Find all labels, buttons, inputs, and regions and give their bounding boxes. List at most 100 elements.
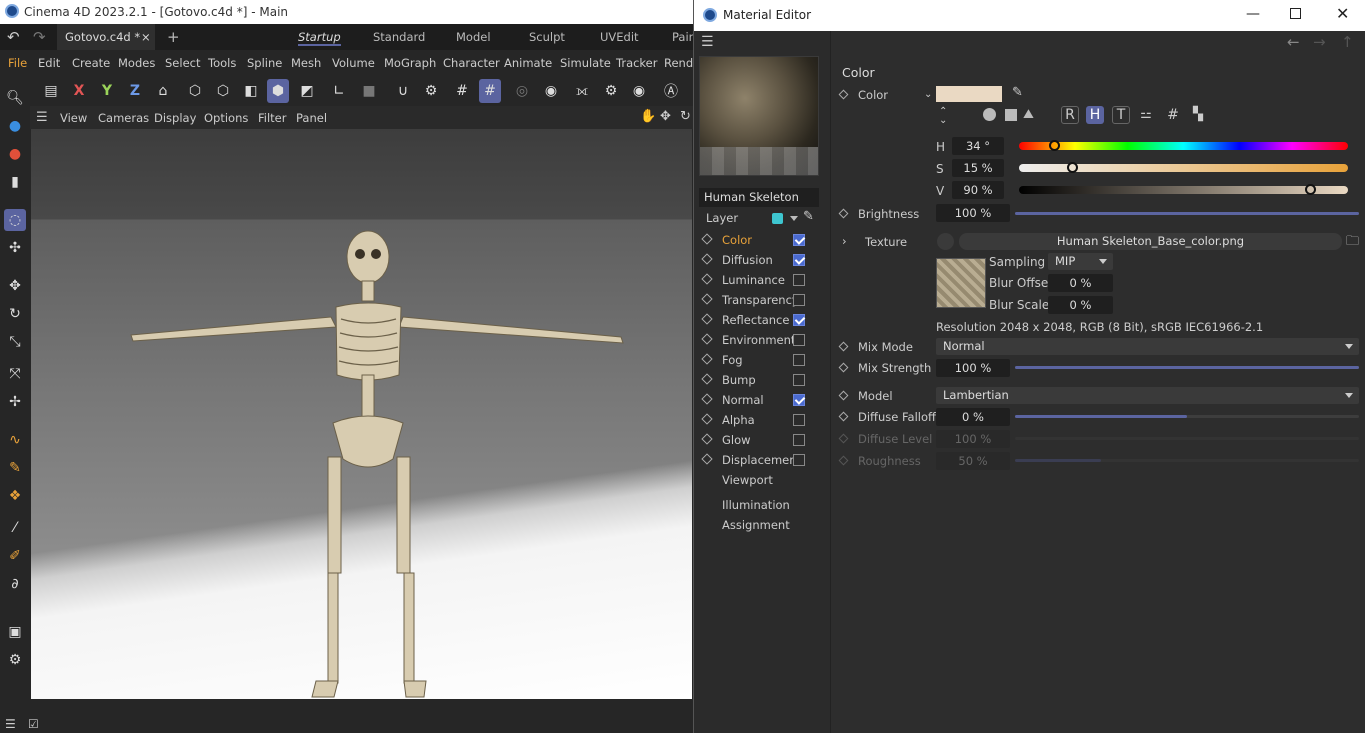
mix-mode-dropdown[interactable]: Normal [936, 338, 1359, 355]
maximize-icon[interactable] [1290, 8, 1301, 19]
layout-tab-uvedit[interactable]: UVEdit [600, 24, 639, 50]
keyframe-diamond-icon[interactable] [701, 333, 713, 345]
film-clapper-icon[interactable]: ▤ [40, 79, 62, 103]
value-slider-knob[interactable] [1305, 184, 1317, 195]
knife-icon[interactable]: ✐ [4, 545, 26, 567]
material-name-field[interactable]: Human Skeleton [699, 188, 819, 207]
pick-icon[interactable]: ✣ [4, 237, 26, 259]
color-image-icon[interactable]: ⛰ [1023, 107, 1034, 122]
color-wheel-icon[interactable] [983, 108, 996, 121]
texture-mode-icon[interactable]: ◩ [296, 79, 318, 103]
channel-luminance[interactable]: Luminance [694, 270, 829, 290]
viewport-menu-options[interactable]: Options [204, 111, 248, 125]
viewport-menu-view[interactable]: View [60, 111, 87, 125]
preferences-gear-icon[interactable]: ⚙ [4, 649, 26, 671]
pan-hand-icon[interactable]: ✋ [640, 109, 656, 124]
rotate-icon[interactable]: ↻ [4, 303, 26, 325]
scale-icon[interactable]: ⤡ [4, 331, 26, 353]
forward-arrow-icon[interactable]: → [1313, 33, 1326, 51]
saturation-slider[interactable] [1019, 162, 1348, 173]
channel-checkbox[interactable] [793, 234, 805, 246]
channel-checkbox[interactable] [793, 354, 805, 366]
value-slider[interactable] [1019, 184, 1348, 195]
channel-checkbox[interactable] [793, 334, 805, 346]
mix-strength-slider[interactable] [1015, 366, 1359, 369]
channel-fog[interactable]: Fog [694, 350, 829, 370]
brush-icon[interactable]: ⁄ [4, 517, 26, 539]
render-region-icon[interactable]: ◎ [511, 79, 533, 103]
text-tool-icon[interactable]: Ⓐ [660, 79, 682, 103]
keyframe-diamond-icon[interactable] [701, 253, 713, 265]
keyframe-diamond-icon[interactable] [701, 313, 713, 325]
status-menu-icon[interactable]: ☰ [5, 717, 16, 731]
color-picker-eyedropper-icon[interactable]: ✎ [1012, 85, 1023, 100]
channel-normal[interactable]: Normal [694, 390, 829, 410]
viewport-menu-filter[interactable]: Filter [258, 111, 286, 125]
snap-magnet-icon[interactable]: ∪ [392, 79, 414, 103]
value-field[interactable]: 90 % [952, 181, 1004, 199]
texture-expand-icon[interactable]: › [842, 234, 847, 248]
model-mode-icon[interactable]: ⬢ [267, 79, 289, 103]
keyframe-diamond-icon[interactable] [701, 433, 713, 445]
channel-assignment[interactable]: Assignment [722, 518, 790, 532]
channel-checkbox[interactable] [793, 294, 805, 306]
material-preview-sphere[interactable] [699, 56, 819, 176]
channel-checkbox[interactable] [793, 394, 805, 406]
menu-edit[interactable]: Edit [38, 56, 60, 70]
keyframe-diamond-icon[interactable] [838, 341, 849, 352]
close-tab-icon[interactable]: × [141, 24, 151, 50]
texture-file-field[interactable]: Human Skeleton_Base_color.png [959, 233, 1342, 250]
keyframe-diamond-icon[interactable] [838, 390, 849, 401]
viewport-menu-display[interactable]: Display [154, 111, 196, 125]
hex-mode-icon[interactable]: # [1164, 106, 1182, 124]
multi-tool-icon[interactable]: ✢ [4, 391, 26, 413]
channel-checkbox[interactable] [793, 274, 805, 286]
menu-mograph[interactable]: MoGraph [384, 56, 436, 70]
keyframe-diamond-icon[interactable] [701, 413, 713, 425]
color-expand-icon[interactable]: ⌄ [924, 89, 932, 100]
x-axis-button[interactable]: X [68, 79, 90, 103]
bookmark-icon[interactable]: ▣ [4, 621, 26, 643]
channel-color[interactable]: Color [694, 230, 829, 250]
render-view-icon[interactable]: ◉ [540, 79, 562, 103]
hue-field[interactable]: 34 ° [952, 137, 1004, 155]
minimize-icon[interactable]: — [1246, 6, 1260, 22]
menu-create[interactable]: Create [72, 56, 110, 70]
channel-checkbox[interactable] [793, 434, 805, 446]
menu-spline[interactable]: Spline [247, 56, 282, 70]
kelvin-mode-button[interactable]: T [1112, 106, 1130, 124]
viewport-menu-cameras[interactable]: Cameras [98, 111, 149, 125]
layout-tab-startup[interactable]: Startup [298, 24, 341, 46]
keyframe-diamond-icon[interactable] [701, 353, 713, 365]
move-icon[interactable]: ✥ [4, 275, 26, 297]
saturation-slider-knob[interactable] [1066, 162, 1078, 173]
channel-checkbox[interactable] [793, 314, 805, 326]
diffuse-falloff-field[interactable]: 0 % [936, 408, 1010, 426]
menu-mesh[interactable]: Mesh [291, 56, 321, 70]
spline-sketch-icon[interactable]: ✎ [4, 457, 26, 479]
layer-dropdown-icon[interactable] [790, 216, 798, 221]
layer-color-swatch[interactable] [772, 213, 783, 224]
hue-slider-knob[interactable] [1048, 140, 1060, 151]
edges-mode-icon[interactable]: ⬡ [212, 79, 234, 103]
model-dropdown[interactable]: Lambertian [936, 387, 1359, 404]
swatches-icon[interactable]: ▚ [1189, 106, 1207, 124]
channel-bump[interactable]: Bump [694, 370, 829, 390]
up-arrow-icon[interactable]: ↑ [1341, 33, 1354, 51]
layout-tab-standard[interactable]: Standard [373, 24, 425, 50]
channel-diffusion[interactable]: Diffusion [694, 250, 829, 270]
color-spectrum-icon[interactable] [1005, 109, 1017, 121]
back-arrow-icon[interactable]: ← [1287, 33, 1300, 51]
channel-viewport[interactable]: Viewport [722, 473, 773, 487]
move-view-icon[interactable]: ✥ [660, 109, 671, 124]
keyframe-diamond-icon[interactable] [838, 362, 849, 373]
channel-checkbox[interactable] [793, 454, 805, 466]
channel-reflectance[interactable]: Reflectance [694, 310, 829, 330]
keyframe-diamond-icon[interactable] [701, 393, 713, 405]
search-icon[interactable]: 🔍︎ [4, 87, 26, 109]
channel-glow[interactable]: Glow [694, 430, 829, 450]
blur-offset-field[interactable]: 0 % [1048, 274, 1113, 292]
channel-checkbox[interactable] [793, 374, 805, 386]
keyframe-diamond-icon[interactable] [701, 293, 713, 305]
keyframe-diamond-icon[interactable] [701, 273, 713, 285]
